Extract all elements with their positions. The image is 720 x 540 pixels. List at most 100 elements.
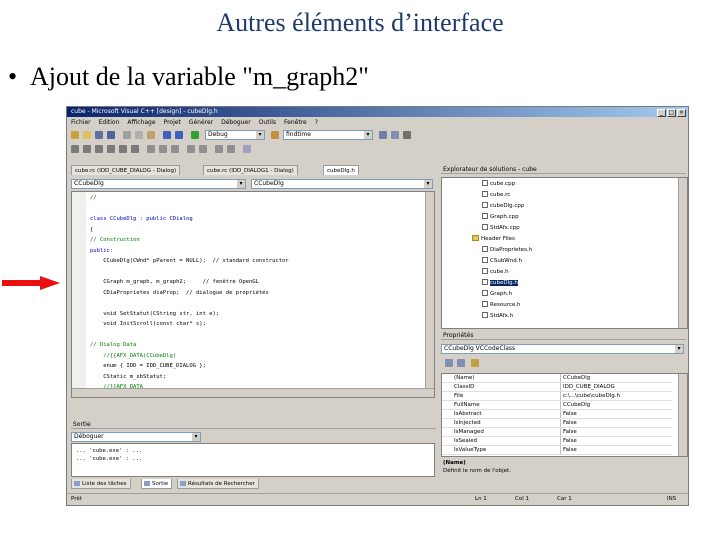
- test-dialog-icon[interactable]: [243, 145, 251, 153]
- copy-icon[interactable]: [135, 131, 143, 139]
- tab-cubedlg-h[interactable]: cubeDlg.h: [323, 165, 359, 175]
- property-value[interactable]: False: [560, 428, 673, 436]
- find-combo[interactable]: findtime: [283, 130, 373, 140]
- menu-item-edit[interactable]: Edition: [95, 118, 124, 128]
- solution-file[interactable]: Graph.cpp: [482, 213, 519, 221]
- code-editor[interactable]: // class CCubeDlg : public CDialog {// Con…: [71, 191, 435, 398]
- solution-explorer-icon[interactable]: [379, 131, 387, 139]
- editor-horizontal-scrollbar[interactable]: [72, 388, 434, 397]
- space-down-icon[interactable]: [199, 145, 207, 153]
- properties-icon[interactable]: [391, 131, 399, 139]
- menu-item-project[interactable]: Projet: [160, 118, 185, 128]
- property-value[interactable]: False: [560, 419, 673, 427]
- solution-file[interactable]: StdAfx.cpp: [482, 224, 520, 232]
- solution-file[interactable]: cube.h: [482, 268, 509, 276]
- window-titlebar[interactable]: cube - Microsoft Visual C++ [design] - c…: [67, 107, 688, 117]
- property-row[interactable]: FullName CCubeDlg: [442, 401, 672, 410]
- slide-title: Autres éléments d’interface: [216, 8, 504, 37]
- menu-item-file[interactable]: Fichier: [67, 118, 95, 128]
- tab-task-list[interactable]: Liste des tâches: [71, 479, 131, 489]
- property-row[interactable]: IsInjected False: [442, 419, 672, 428]
- tab-output[interactable]: Sortie: [141, 479, 173, 489]
- property-value[interactable]: CCubeDlg: [560, 401, 673, 409]
- undo-icon[interactable]: [163, 131, 171, 139]
- solution-file[interactable]: cubeDlg.h: [482, 279, 518, 287]
- property-row[interactable]: IsSealed False: [442, 437, 672, 446]
- solution-file[interactable]: cube.rc: [482, 191, 510, 199]
- property-row[interactable]: File c:\...\cube\cubeDlg.h: [442, 392, 672, 401]
- properties-scrollbar[interactable]: [678, 374, 687, 456]
- solution-explorer[interactable]: cube.cpp cube.rc cubeDlg.cpp Graph.cpp StdAf…: [441, 177, 688, 329]
- property-pages-icon[interactable]: [471, 359, 479, 367]
- solution-file[interactable]: Resource.h: [482, 301, 520, 309]
- cut-icon[interactable]: [123, 131, 131, 139]
- property-value[interactable]: False: [560, 410, 673, 418]
- menu-item-window[interactable]: Fenêtre: [280, 118, 311, 128]
- paste-icon[interactable]: [147, 131, 155, 139]
- space-across-icon[interactable]: [187, 145, 195, 153]
- properties-grid[interactable]: (Name) CCubeDlg ClassID IDD_CUBE_DIALOG File…: [441, 373, 688, 457]
- code-line: CGraph m_graph, m_graph2; // fenêtre Ope…: [90, 279, 259, 285]
- find-icon[interactable]: [271, 131, 279, 139]
- maximize-button[interactable]: □: [667, 109, 676, 117]
- config-combo[interactable]: Debug: [205, 130, 265, 140]
- center-vertical-icon[interactable]: [215, 145, 223, 153]
- bottom-tabs: Liste des tâches Sortie Résultats de Rec…: [71, 479, 436, 490]
- solution-file[interactable]: DiaProprietes.h: [482, 246, 532, 254]
- categorized-icon[interactable]: [445, 359, 453, 367]
- tab-find-results[interactable]: Résultats de Rechercher: [177, 479, 259, 489]
- solution-file[interactable]: cubeDlg.cpp: [482, 202, 524, 210]
- new-project-icon[interactable]: [71, 131, 79, 139]
- menu-item-view[interactable]: Affichage: [123, 118, 159, 128]
- same-height-icon[interactable]: [159, 145, 167, 153]
- property-value[interactable]: c:\...\cube\cubeDlg.h: [560, 392, 673, 400]
- same-size-icon[interactable]: [171, 145, 179, 153]
- class-combo[interactable]: CCubeDlg: [71, 179, 246, 189]
- minimize-button[interactable]: _: [657, 109, 666, 117]
- align-left-icon[interactable]: [71, 145, 79, 153]
- member-combo[interactable]: CCubeDlg: [251, 179, 433, 189]
- menu-item-build[interactable]: Générer: [185, 118, 217, 128]
- redo-icon[interactable]: [175, 131, 183, 139]
- solution-folder[interactable]: Header Files: [472, 235, 515, 243]
- toolbox-icon[interactable]: [403, 131, 411, 139]
- solution-file[interactable]: CSubWnd.h: [482, 257, 522, 265]
- properties-object-combo[interactable]: CCubeDlg VCCodeClass: [441, 344, 684, 354]
- solution-file[interactable]: Graph.h: [482, 290, 512, 298]
- property-row[interactable]: (Name) CCubeDlg: [442, 374, 672, 383]
- property-value[interactable]: False: [560, 437, 673, 445]
- output-line: ... 'cube.exe' : ...: [76, 456, 143, 462]
- property-row[interactable]: ClassID IDD_CUBE_DIALOG: [442, 383, 672, 392]
- center-horizontal-icon[interactable]: [227, 145, 235, 153]
- folder-icon: [472, 235, 479, 241]
- align-bottom-icon[interactable]: [131, 145, 139, 153]
- menu-item-debug[interactable]: Déboguer: [217, 118, 255, 128]
- align-middle-icon[interactable]: [119, 145, 127, 153]
- solution-file[interactable]: cube.cpp: [482, 180, 515, 188]
- property-value[interactable]: IDD_CUBE_DIALOG: [560, 383, 673, 391]
- save-icon[interactable]: [95, 131, 103, 139]
- solution-file[interactable]: StdAfx.h: [482, 312, 513, 320]
- align-top-icon[interactable]: [107, 145, 115, 153]
- property-row[interactable]: IsManaged False: [442, 428, 672, 437]
- start-debug-icon[interactable]: [191, 131, 199, 139]
- solution-scrollbar[interactable]: [678, 178, 687, 328]
- output-source-combo[interactable]: Déboguer: [71, 432, 201, 442]
- property-row[interactable]: IsAbstract False: [442, 410, 672, 419]
- menu-item-help[interactable]: ?: [311, 118, 322, 128]
- alphabetical-icon[interactable]: [457, 359, 465, 367]
- property-value[interactable]: False: [560, 446, 673, 454]
- save-all-icon[interactable]: [107, 131, 115, 139]
- close-button[interactable]: ×: [677, 109, 686, 117]
- property-row[interactable]: IsValueType False: [442, 446, 672, 455]
- open-folder-icon[interactable]: [83, 131, 91, 139]
- property-value[interactable]: CCubeDlg: [560, 374, 673, 382]
- editor-vertical-scrollbar[interactable]: [425, 192, 434, 389]
- menu-item-tools[interactable]: Outils: [255, 118, 280, 128]
- tab-cube-rc-dialog[interactable]: cube.rc (IDD_CUBE_DIALOG - Dialog): [71, 165, 181, 175]
- output-panel[interactable]: ... 'cube.exe' : ... ... 'cube.exe' : ..…: [71, 443, 435, 477]
- same-width-icon[interactable]: [147, 145, 155, 153]
- align-center-icon[interactable]: [83, 145, 91, 153]
- tab-cube-rc-dialog1[interactable]: cube.rc (IDD_DIALOG1 - Dialog): [203, 165, 298, 175]
- align-right-icon[interactable]: [95, 145, 103, 153]
